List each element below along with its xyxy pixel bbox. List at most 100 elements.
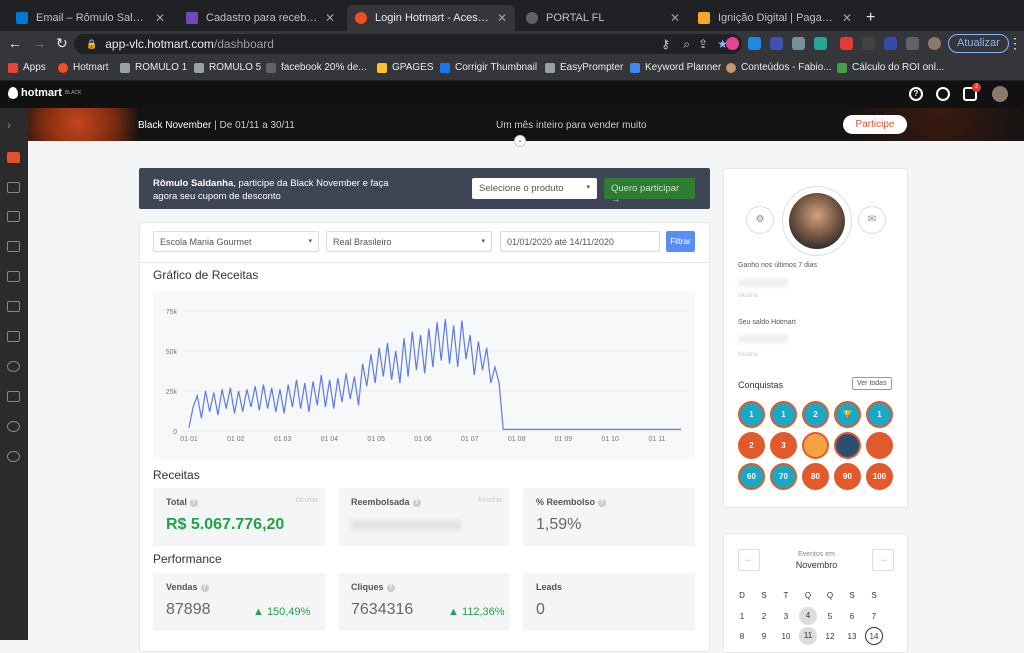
dashboard-icon[interactable] (7, 152, 20, 163)
extension-icon[interactable] (862, 37, 875, 50)
calendar-day[interactable]: 5 (821, 612, 839, 621)
key-icon[interactable]: ⚷ (661, 37, 670, 51)
recurrence-icon[interactable] (7, 301, 20, 312)
participe-button[interactable]: Participe (843, 115, 907, 134)
menu-icon[interactable]: ⋮ (1008, 35, 1022, 52)
bookmark-apps[interactable]: Apps (8, 62, 46, 73)
badge-icon[interactable]: 100 (866, 463, 893, 490)
close-icon[interactable]: ✕ (325, 11, 335, 25)
avatar[interactable] (992, 86, 1008, 102)
extension-icon[interactable] (726, 37, 739, 50)
ninja-icon[interactable] (834, 432, 861, 459)
forward-icon[interactable]: → (32, 35, 46, 51)
extension-icon[interactable] (884, 37, 897, 50)
extension-icon[interactable] (814, 37, 827, 50)
show-toggle[interactable]: Mostrar (478, 497, 502, 504)
bookmark-gpages[interactable]: GPAGES (377, 62, 434, 73)
tab-cadastro[interactable]: Cadastro para recebimento de ✕ (178, 5, 343, 31)
product-icon[interactable] (7, 241, 20, 252)
calendar-day[interactable]: 2 (755, 612, 773, 621)
show-toggle[interactable]: Mostrar (738, 352, 758, 358)
date-range-filter[interactable]: 01/01/2020 até 14/11/2020 (500, 231, 660, 252)
badge-icon[interactable]: 1 (866, 401, 893, 428)
new-tab-icon[interactable]: + (866, 9, 875, 27)
bookmark-hotmart[interactable]: Hotmart (58, 62, 109, 73)
calendar-day[interactable]: 4 (799, 607, 817, 625)
calendar-day[interactable]: 6 (843, 612, 861, 621)
reload-icon[interactable]: ↻ (56, 35, 68, 52)
next-month-button[interactable]: → (872, 549, 894, 571)
help-icon[interactable]: ? (189, 498, 198, 507)
filter-button[interactable]: Filtrar (666, 231, 695, 252)
hotmart-logo[interactable]: hotmart BLACK (8, 87, 81, 99)
help-icon[interactable]: ? (386, 583, 395, 592)
extension-icon[interactable] (840, 37, 853, 50)
bookmark-conteudos[interactable]: Conteúdos - Fabio... (726, 62, 832, 73)
user-switch-icon[interactable] (936, 87, 950, 101)
calendar-day[interactable]: 11 (799, 627, 817, 645)
messages-icon[interactable] (7, 331, 20, 342)
reports-icon[interactable] (7, 391, 20, 402)
bookmark-roi[interactable]: Cálculo do ROI onl... (837, 62, 944, 73)
expand-icon[interactable]: › (7, 119, 11, 131)
close-icon[interactable]: ✕ (155, 11, 165, 25)
profile-icon[interactable] (928, 37, 941, 50)
tab-portal[interactable]: PORTAL FL ✕ (518, 5, 688, 31)
puzzle-icon[interactable] (906, 37, 919, 50)
badge-icon[interactable]: 90 (834, 463, 861, 490)
user-settings-icon[interactable]: ⚙ (746, 206, 774, 234)
badge-icon[interactable]: 2 (738, 432, 765, 459)
affiliates-icon[interactable] (7, 211, 20, 222)
chat-icon[interactable]: ✉ (858, 206, 886, 234)
badge-icon[interactable]: 1 (770, 401, 797, 428)
extension-icon[interactable] (792, 37, 805, 50)
product-filter[interactable]: Escola Mania Gourmet ▾ (153, 231, 319, 252)
bookmark-thumbnail[interactable]: Corrigir Thumbnail (440, 62, 537, 73)
integrations-icon[interactable] (7, 451, 20, 462)
bookmark-easyprompter[interactable]: EasyPrompter (545, 62, 623, 73)
share-icon[interactable]: ⇪ (698, 37, 708, 51)
bookmark-facebook[interactable]: facebook 20% de... (266, 62, 367, 73)
calendar-day[interactable]: 14 (865, 627, 883, 645)
help-icon[interactable]: ? (598, 498, 607, 507)
help-icon[interactable]: ? (909, 87, 923, 101)
badge-icon[interactable]: 1 (738, 401, 765, 428)
help-icon[interactable]: ? (200, 583, 209, 592)
extension-icon[interactable] (770, 37, 783, 50)
extension-icon[interactable] (748, 37, 761, 50)
tab-ignicao[interactable]: Ignição Digital | Pagamento ✕ (690, 5, 860, 31)
close-icon[interactable]: ✕ (497, 11, 507, 25)
fire-icon[interactable] (866, 432, 893, 459)
url-field[interactable]: 🔒 app-vlc.hotmart.com/dashboard ⚷ ⌕ ⇪ ★ (74, 34, 742, 54)
help-icon[interactable]: ? (412, 498, 421, 507)
money-icon[interactable] (7, 361, 20, 372)
view-all-button[interactable]: Ver todas (852, 377, 892, 390)
badge-icon[interactable] (802, 432, 829, 459)
badge-icon[interactable]: 60 (738, 463, 765, 490)
settings-icon[interactable] (7, 421, 20, 432)
badge-icon[interactable]: 3 (770, 432, 797, 459)
tab-hotmart[interactable]: Login Hotmart - Acesse sua co ✕ (347, 5, 515, 31)
close-icon[interactable]: ✕ (670, 11, 680, 25)
zoom-icon[interactable]: ⌕ (683, 37, 690, 52)
badge-icon[interactable]: 80 (802, 463, 829, 490)
bookmark-romulo1[interactable]: ROMULO 1 (120, 62, 187, 73)
bookmark-romulo5[interactable]: ROMULO 5 (194, 62, 261, 73)
tab-email[interactable]: Email – Rômulo Saldanha – Out ✕ (8, 5, 173, 31)
calendar-day[interactable]: 7 (865, 612, 883, 621)
close-icon[interactable]: ✕ (842, 11, 852, 25)
calendar-day[interactable]: 3 (777, 612, 795, 621)
participate-button[interactable]: Quero participar → (604, 178, 695, 205)
product-select[interactable]: Selecione o produto ▾ (472, 178, 597, 199)
chevron-down-icon[interactable]: ⌄ (514, 135, 526, 147)
hide-toggle[interactable]: Ocultar (295, 497, 318, 504)
trophy-icon[interactable]: 🏆 (834, 401, 861, 428)
avatar[interactable] (789, 193, 845, 249)
cart-icon[interactable] (7, 271, 20, 282)
calendar-day[interactable]: 1 (733, 612, 751, 621)
badge-icon[interactable]: 2 (802, 401, 829, 428)
bookmark-keyword-planner[interactable]: Keyword Planner (630, 62, 721, 73)
currency-filter[interactable]: Real Brasileiro ▾ (326, 231, 492, 252)
grid-icon[interactable] (7, 182, 20, 193)
show-toggle[interactable]: Mostrar (738, 293, 758, 299)
